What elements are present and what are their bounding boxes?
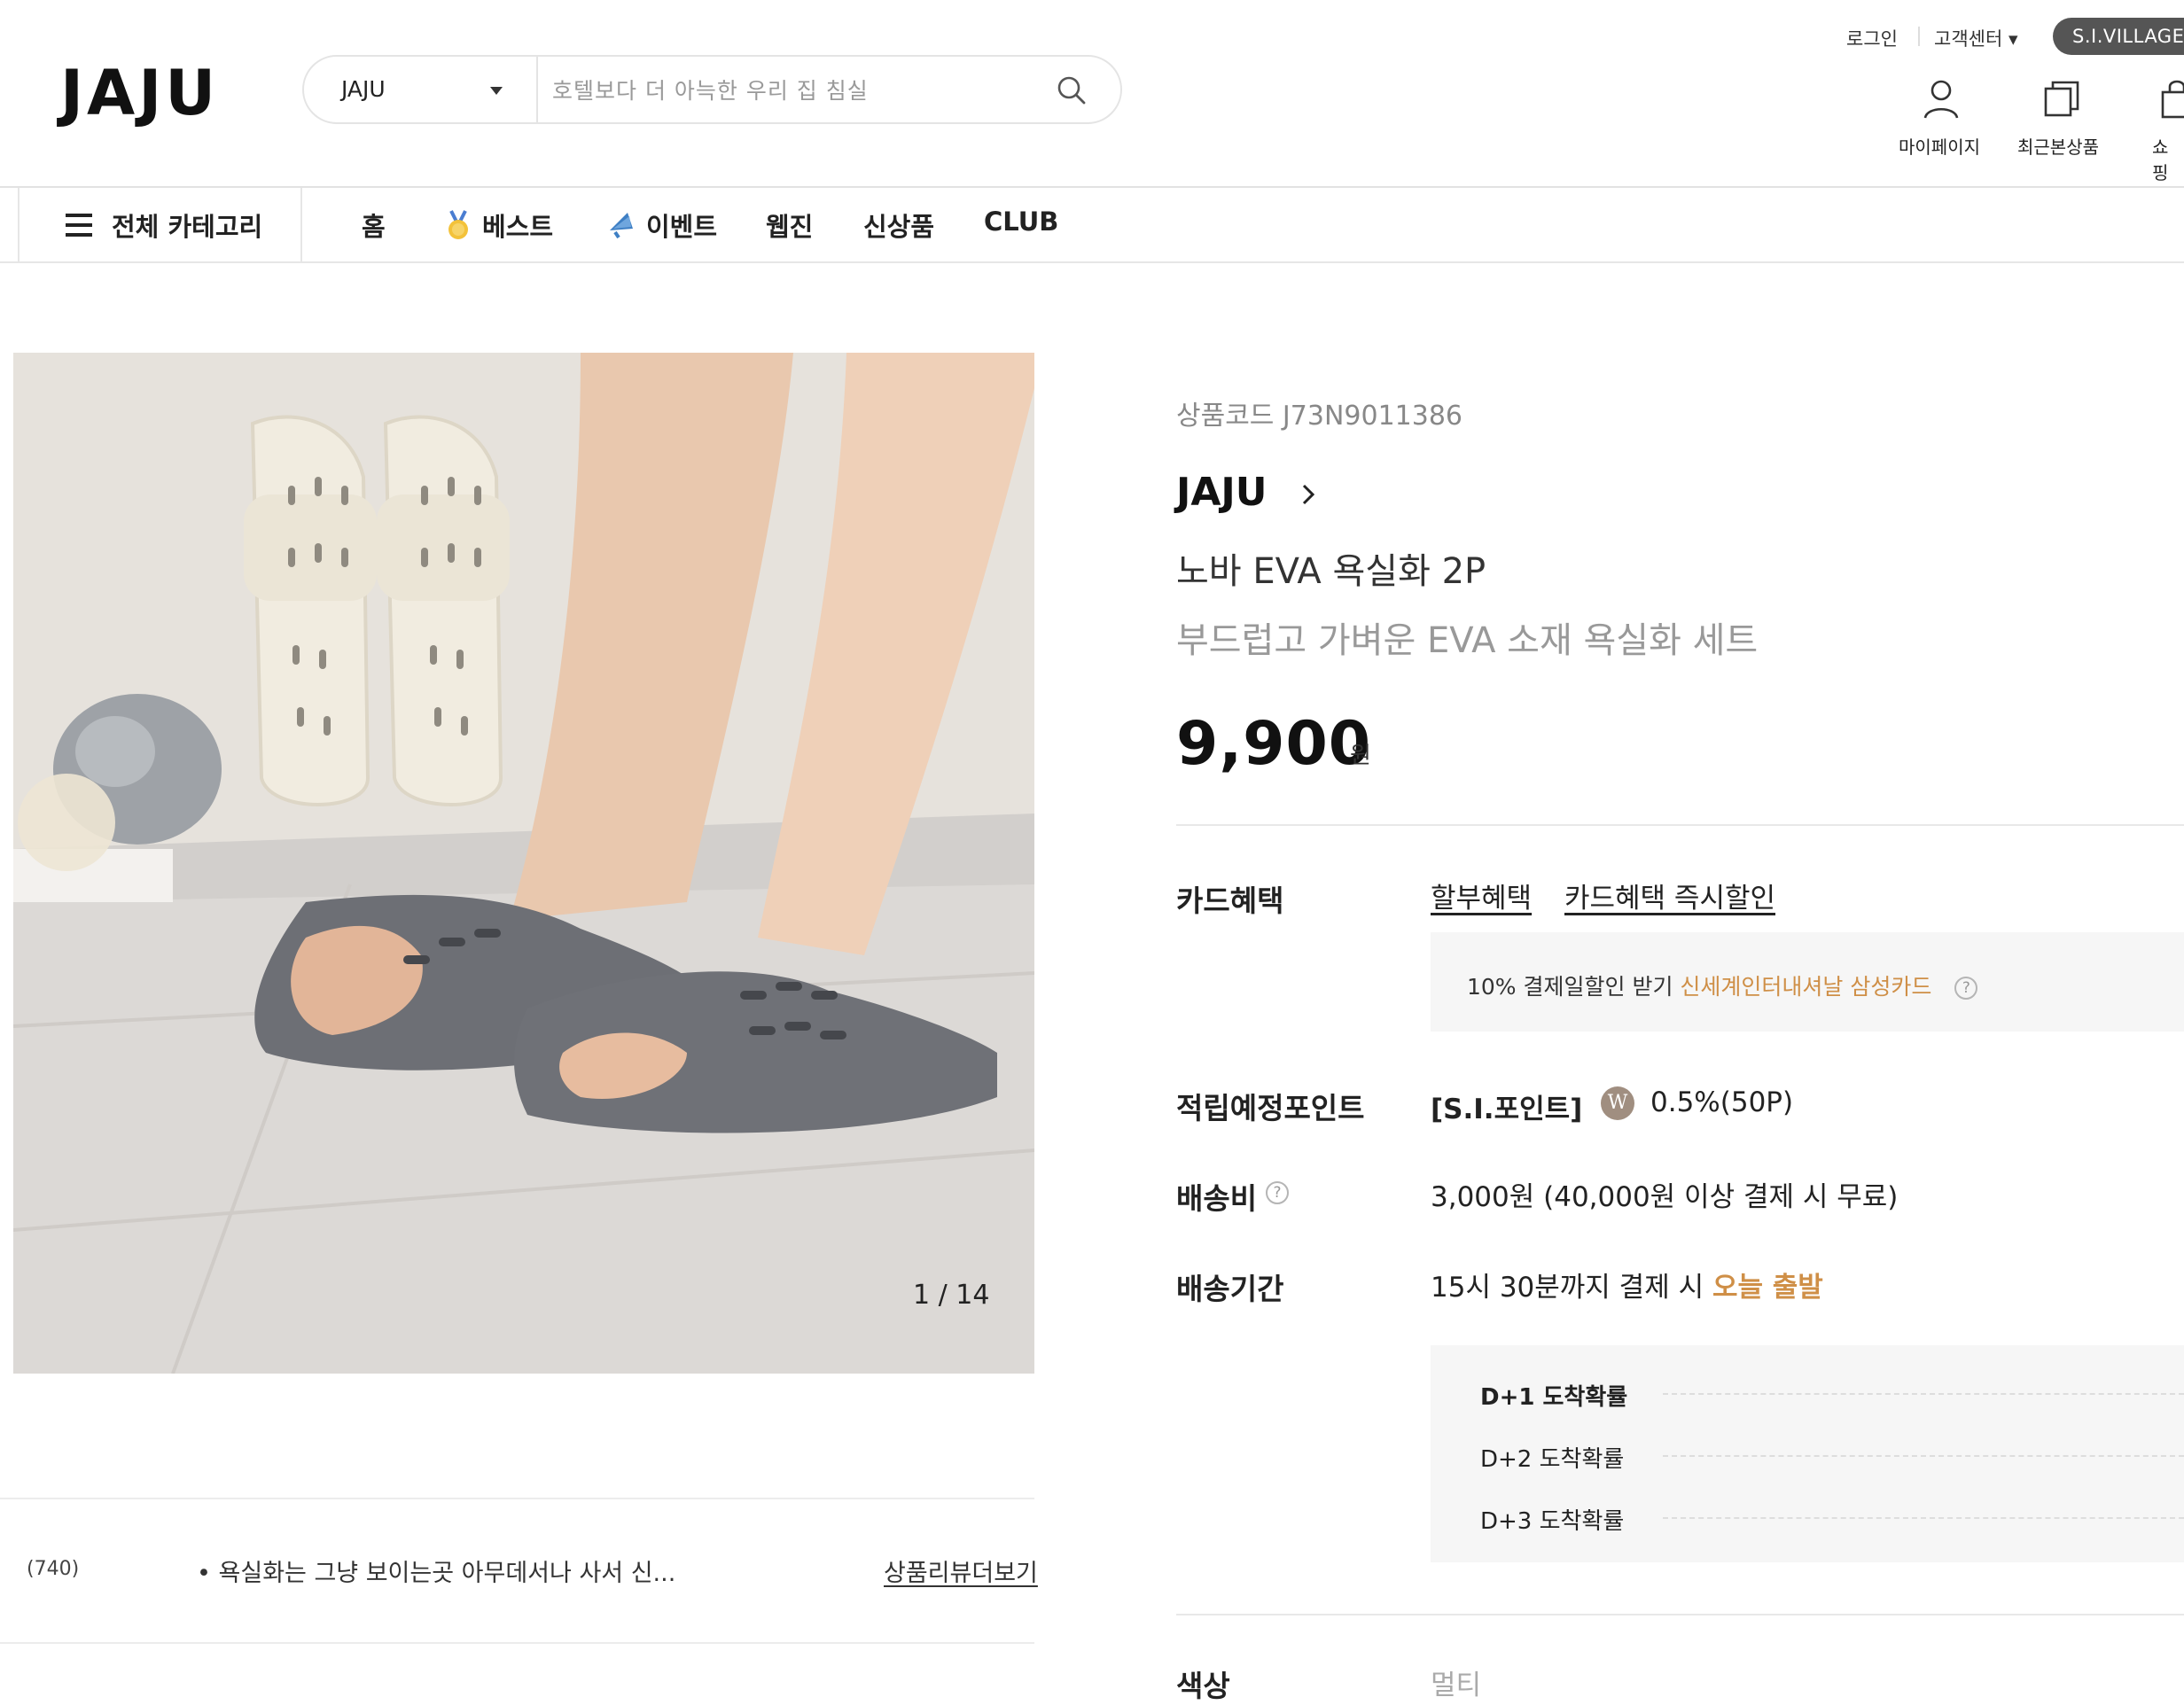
w-point-badge-icon: W: [1601, 1086, 1634, 1120]
color-value[interactable]: 멀티: [1431, 1662, 1481, 1702]
nav-item-home[interactable]: 홈: [362, 206, 386, 244]
card-promo-text: 10% 결제일할인 받기 신세계인터내셔날 삼성카드 ?: [1467, 969, 1978, 1001]
shopping-bag-icon[interactable]: [2159, 78, 2184, 124]
menu-icon[interactable]: [66, 214, 92, 243]
card-benefit-label: 카드혜택: [1176, 884, 1284, 918]
recent-items-icon[interactable]: [2042, 78, 2081, 124]
delivery-prefix: 15시 30분까지 결제 시: [1431, 1272, 1712, 1304]
delivery-highlight: 오늘 출발: [1712, 1272, 1823, 1304]
points-type: [S.I.포인트]: [1431, 1094, 1583, 1125]
nav-item-webzine[interactable]: 웹진: [766, 206, 813, 244]
nav-divider-bottom: [0, 261, 2184, 263]
review-divider: [0, 1642, 1034, 1644]
search-bar: JAJU: [302, 55, 1122, 124]
search-input[interactable]: [550, 69, 1015, 112]
review-snippet[interactable]: • 욕실화는 그냥 보이는곳 아무데서나 사서 신...: [197, 1553, 675, 1588]
card-discount-link[interactable]: 카드혜택 즉시할인: [1564, 876, 1775, 915]
nav-item-best[interactable]: 베스트: [482, 206, 553, 244]
delivery-row-d1: D+1 도착확률: [1480, 1384, 1628, 1411]
nav-divider: [18, 188, 20, 261]
megaphone-icon: [606, 209, 638, 243]
search-icon[interactable]: [1056, 74, 1088, 110]
product-name: 노바 EVA 욕실화 2P: [1176, 551, 1486, 592]
delivery-period-value: 15시 30분까지 결제 시 오늘 출발: [1431, 1265, 1823, 1304]
brand-link[interactable]: JAJU: [1176, 470, 1268, 515]
points-label: 적립예정포인트: [1176, 1091, 1365, 1125]
nav-item-club[interactable]: CLUB: [984, 206, 1058, 237]
delivery-row-line: [1663, 1393, 2184, 1395]
color-label: 색상: [1176, 1669, 1230, 1703]
product-price: 9,900: [1176, 709, 1372, 779]
si-village-button[interactable]: S.I.VILLAGE: [2053, 18, 2184, 55]
nav-item-new[interactable]: 신상품: [863, 206, 934, 244]
price-currency: 원: [1350, 743, 1371, 769]
delivery-row-line: [1663, 1455, 2184, 1457]
util-divider: [1918, 27, 1920, 46]
more-reviews-link[interactable]: 상품리뷰더보기: [884, 1553, 1038, 1588]
chevron-down-icon[interactable]: [490, 87, 503, 95]
medal-icon: [443, 209, 473, 245]
delivery-period-label: 배송기간: [1176, 1272, 1284, 1306]
product-code: 상품코드 J73N9011386: [1176, 401, 1463, 432]
shipping-fee-value: 3,000원 (40,000원 이상 결제 시 무료): [1431, 1181, 1899, 1213]
nav-item-event[interactable]: 이벤트: [646, 206, 717, 244]
nav-divider: [300, 188, 302, 261]
search-scope-select[interactable]: JAJU: [341, 76, 386, 102]
recent-items-label[interactable]: 최근본상품: [2017, 133, 2099, 159]
delivery-row-d3: D+3 도착확률: [1480, 1508, 1625, 1535]
review-divider: [0, 1498, 1034, 1499]
installment-benefit-link[interactable]: 할부혜택: [1431, 876, 1532, 915]
customer-center-link[interactable]: 고객센터 ▾: [1934, 25, 2018, 51]
info-divider: [1176, 1614, 2184, 1615]
header-divider: [0, 186, 2184, 188]
mypage-label[interactable]: 마이페이지: [1899, 133, 1980, 159]
delivery-row-line: [1663, 1517, 2184, 1519]
delivery-row-d2: D+2 도착확률: [1480, 1446, 1625, 1473]
shipping-fee-label: 배송비: [1176, 1181, 1258, 1216]
points-value: 0.5%(50P): [1650, 1086, 1794, 1118]
all-category-button[interactable]: 전체 카테고리: [112, 206, 262, 244]
login-link[interactable]: 로그인: [1846, 25, 1898, 51]
search-divider: [536, 57, 538, 122]
chevron-right-icon[interactable]: [1299, 482, 1317, 510]
product-subtitle: 부드럽고 가벼운 EVA 소재 욕실화 세트: [1176, 620, 1759, 661]
shopping-bag-label[interactable]: 쇼핑: [2152, 133, 2184, 184]
jaju-logo[interactable]: JAJU: [60, 57, 219, 129]
info-divider: [1176, 824, 2184, 826]
card-promo-prefix: 10% 결제일할인 받기: [1467, 974, 1681, 1000]
card-promo-card[interactable]: 신세계인터내셔날 삼성카드: [1680, 974, 1931, 1000]
help-icon[interactable]: ?: [1266, 1181, 1289, 1204]
user-icon[interactable]: [1922, 78, 1961, 124]
help-icon[interactable]: ?: [1954, 977, 1978, 1000]
image-counter: 1 / 14: [913, 1280, 990, 1311]
product-main-image[interactable]: [13, 353, 1034, 1374]
review-count: (740): [27, 1558, 80, 1580]
